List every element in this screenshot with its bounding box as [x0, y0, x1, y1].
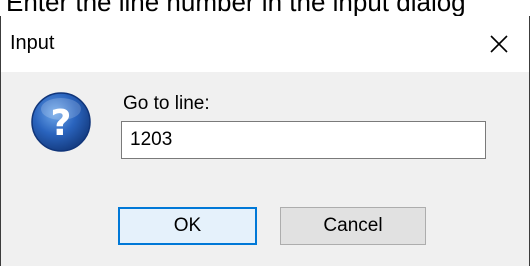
dialog-titlebar: Input	[1, 16, 529, 72]
input-dialog: Input ? Go to line: OK Can	[0, 16, 530, 266]
line-number-input[interactable]	[121, 121, 486, 159]
close-button[interactable]	[477, 24, 521, 64]
cancel-button[interactable]: Cancel	[280, 207, 426, 245]
question-icon: ?	[31, 92, 91, 152]
dialog-title: Input	[10, 32, 55, 54]
go-to-line-label: Go to line:	[123, 93, 210, 114]
ok-button[interactable]: OK	[118, 207, 257, 245]
page: Enter the line number in the input dialo…	[0, 0, 530, 266]
svg-text:?: ?	[51, 103, 72, 144]
close-icon	[490, 35, 508, 53]
